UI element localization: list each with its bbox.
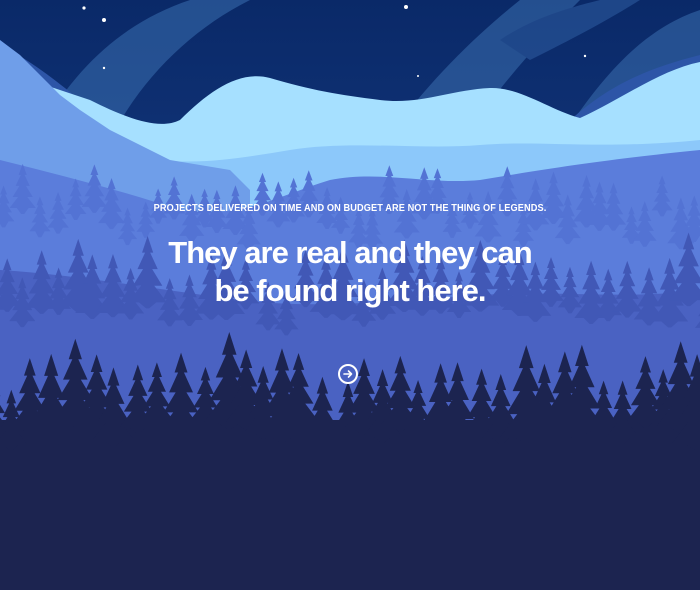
arrow-right-circle-icon: [343, 370, 353, 378]
hero-section: PROJECTS DELIVERED ON TIME AND ON BUDGET…: [0, 0, 700, 590]
hero-headline: They are real and they can be found righ…: [168, 235, 532, 308]
hero-eyebrow: PROJECTS DELIVERED ON TIME AND ON BUDGET…: [153, 203, 547, 214]
next-section-button[interactable]: [338, 364, 358, 384]
hero-content: PROJECTS DELIVERED ON TIME AND ON BUDGET…: [0, 0, 700, 590]
